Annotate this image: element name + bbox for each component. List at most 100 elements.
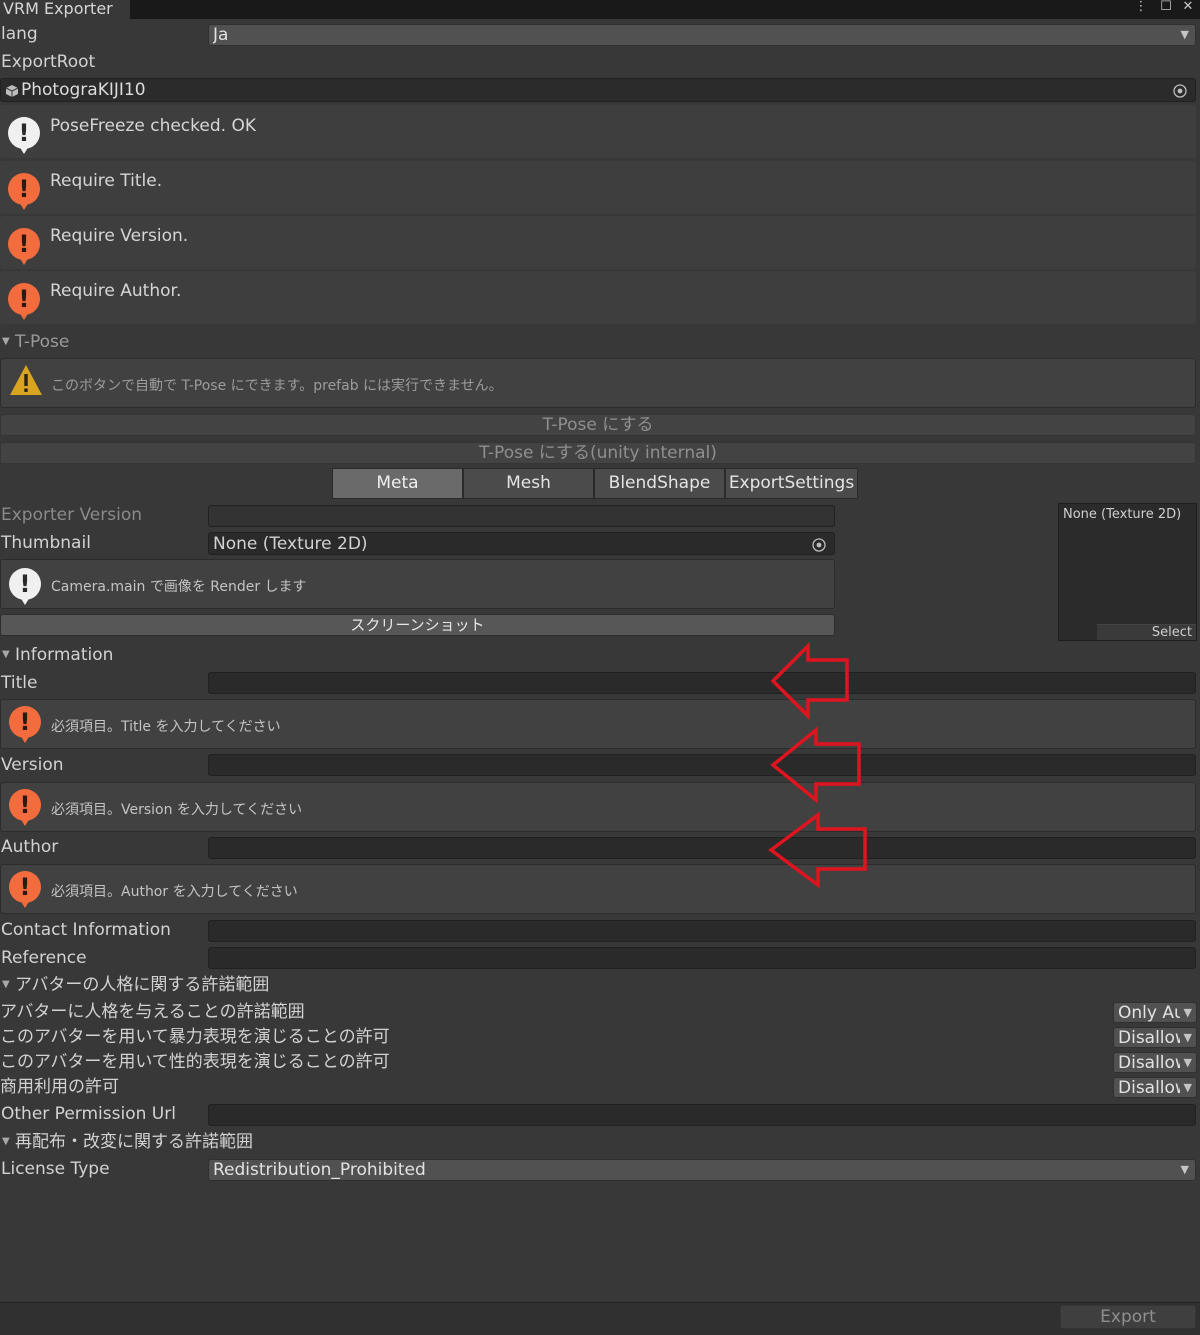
chevron-down-icon: ▼ xyxy=(1180,1163,1189,1176)
violence-value: Disallow xyxy=(1118,1028,1180,1048)
screenshot-button[interactable]: スクリーンショット xyxy=(0,614,835,636)
annotation-arrow-icon xyxy=(768,811,867,889)
object-picker-icon[interactable] xyxy=(812,537,826,552)
warning-icon xyxy=(10,365,42,395)
thumbnail-label: Thumbnail xyxy=(1,533,91,553)
foldout-arrow-icon: ▼ xyxy=(2,1136,10,1147)
author-label: Author xyxy=(1,837,59,857)
lang-value: Ja xyxy=(213,25,229,45)
thumbnail-preview[interactable]: None (Texture 2D) Select xyxy=(1058,503,1197,641)
object-picker-icon[interactable] xyxy=(1173,83,1187,98)
close-icon[interactable]: ✕ xyxy=(1180,0,1196,13)
tab-mesh[interactable]: Mesh xyxy=(463,468,594,499)
tab-blendshape[interactable]: BlendShape xyxy=(594,468,725,499)
exporter-version-field xyxy=(208,505,835,527)
info-icon: ! xyxy=(9,568,41,605)
export-root-label: ExportRoot xyxy=(1,52,96,72)
validation-message: ! Require Author. xyxy=(0,271,1196,324)
sexual-dropdown[interactable]: Disallow ▼ xyxy=(1113,1052,1197,1073)
chevron-down-icon: ▼ xyxy=(1180,28,1189,41)
personation-dropdown[interactable]: Only Author ▼ xyxy=(1113,1002,1197,1023)
camera-info-text: Camera.main で画像を Render します xyxy=(51,579,307,595)
validation-text: Require Title. xyxy=(50,171,163,191)
annotation-arrow-icon xyxy=(770,642,849,720)
redistribution-header: 再配布・改変に関する許諾範囲 xyxy=(15,1132,253,1152)
contact-input[interactable] xyxy=(208,920,1196,942)
footer-bar xyxy=(0,1302,1200,1335)
error-icon: ! xyxy=(8,228,40,265)
lang-dropdown[interactable]: Ja ▼ xyxy=(208,24,1196,46)
validation-text: PoseFreeze checked. OK xyxy=(50,116,256,136)
author-input[interactable] xyxy=(208,837,1196,859)
reference-input[interactable] xyxy=(208,947,1196,969)
commercial-dropdown[interactable]: Disallow ▼ xyxy=(1113,1077,1197,1098)
tpose-header: T-Pose xyxy=(15,332,70,352)
menu-icon[interactable]: ⋮ xyxy=(1134,0,1148,13)
commercial-value: Disallow xyxy=(1118,1078,1180,1098)
commercial-label: 商用利用の許可 xyxy=(0,1077,119,1097)
foldout-arrow-icon: ▼ xyxy=(2,979,10,990)
export-button[interactable]: Export xyxy=(1060,1305,1196,1329)
author-error-box: ! 必須項目。Author を入力してください xyxy=(0,864,1196,914)
violence-label: このアバターを用いて暴力表現を演じることの許可 xyxy=(0,1027,390,1047)
tab-meta[interactable]: Meta xyxy=(332,468,463,499)
error-icon: ! xyxy=(9,789,41,826)
tab-exportsettings[interactable]: ExportSettings xyxy=(725,468,858,499)
camera-info-box: ! Camera.main で画像を Render します xyxy=(0,559,835,609)
export-root-value: PhotograKIJI10 xyxy=(21,80,146,100)
chevron-down-icon: ▼ xyxy=(1183,1031,1192,1044)
validation-message: ! Require Title. xyxy=(0,161,1196,214)
foldout-arrow-icon: ▼ xyxy=(2,336,10,347)
validation-text: Require Version. xyxy=(50,226,189,246)
tpose-foldout[interactable]: ▼ T-Pose xyxy=(0,331,200,353)
sexual-value: Disallow xyxy=(1118,1053,1180,1073)
personation-foldout[interactable]: ▼ アバターの人格に関する許諾範囲 xyxy=(0,974,300,996)
tpose-warning-text: このボタンで自動で T-Pose にできます。prefab には実行できません。 xyxy=(51,378,503,394)
error-icon: ! xyxy=(8,283,40,320)
tpose-button[interactable]: T-Pose にする xyxy=(0,414,1196,436)
window-titlebar xyxy=(0,0,1200,19)
validation-text: Require Author. xyxy=(50,281,182,301)
foldout-arrow-icon: ▼ xyxy=(2,649,10,660)
version-error-text: 必須項目。Version を入力してください xyxy=(51,802,303,818)
thumbnail-value: None (Texture 2D) xyxy=(213,534,368,554)
information-header: Information xyxy=(15,645,114,665)
window-tab[interactable]: VRM Exporter xyxy=(0,0,130,19)
chevron-down-icon: ▼ xyxy=(1183,1081,1192,1094)
error-icon: ! xyxy=(9,871,41,908)
export-root-field[interactable]: PhotograKIJI10 xyxy=(0,78,1196,102)
violence-dropdown[interactable]: Disallow ▼ xyxy=(1113,1027,1197,1048)
license-type-value: Redistribution_Prohibited xyxy=(213,1160,426,1180)
gameobject-icon xyxy=(5,83,19,97)
thumbnail-preview-label: None (Texture 2D) xyxy=(1063,507,1182,522)
redistribution-foldout[interactable]: ▼ 再配布・改変に関する許諾範囲 xyxy=(0,1131,300,1153)
lang-label: lang xyxy=(1,24,38,44)
title-label: Title xyxy=(1,673,38,693)
annotation-arrow-icon xyxy=(770,726,861,804)
chevron-down-icon: ▼ xyxy=(1183,1006,1192,1019)
chevron-down-icon: ▼ xyxy=(1183,1056,1192,1069)
sexual-label: このアバターを用いて性的表現を演じることの許可 xyxy=(0,1052,390,1072)
version-input[interactable] xyxy=(208,754,1196,776)
tpose-internal-button[interactable]: T-Pose にする(unity internal) xyxy=(0,442,1196,464)
thumbnail-field[interactable]: None (Texture 2D) xyxy=(208,532,835,555)
validation-message: ! PoseFreeze checked. OK xyxy=(0,105,1196,158)
title-input[interactable] xyxy=(208,672,1196,694)
personation-value: Only Author xyxy=(1118,1003,1180,1023)
thumbnail-select-button[interactable]: Select xyxy=(1097,624,1196,640)
version-error-box: ! 必須項目。Version を入力してください xyxy=(0,782,1196,832)
error-icon: ! xyxy=(8,173,40,210)
author-error-text: 必須項目。Author を入力してください xyxy=(51,884,298,900)
other-permission-input[interactable] xyxy=(208,1104,1196,1126)
personation-label: アバターに人格を与えることの許諾範囲 xyxy=(0,1002,305,1022)
information-foldout[interactable]: ▼ Information xyxy=(0,644,200,666)
validation-message: ! Require Version. xyxy=(0,216,1196,269)
reference-label: Reference xyxy=(1,948,87,968)
license-type-dropdown[interactable]: Redistribution_Prohibited ▼ xyxy=(208,1159,1196,1181)
info-icon: ! xyxy=(8,117,40,154)
contact-label: Contact Information xyxy=(1,920,171,940)
error-icon: ! xyxy=(9,706,41,743)
maximize-icon[interactable]: ☐ xyxy=(1158,0,1174,13)
personation-header: アバターの人格に関する許諾範囲 xyxy=(15,975,270,995)
exporter-version-label: Exporter Version xyxy=(1,505,143,525)
